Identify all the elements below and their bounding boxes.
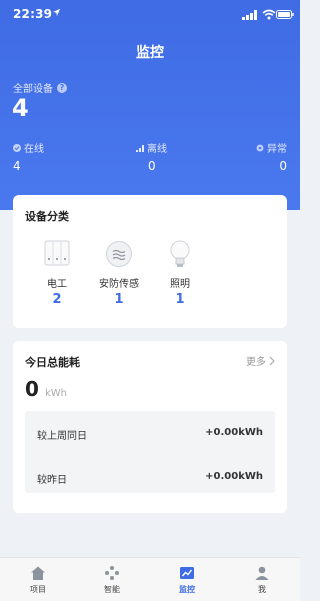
security-sensor-icon — [106, 241, 132, 267]
nav-label: 我 — [258, 585, 266, 594]
nav-label: 项目 — [30, 585, 46, 594]
energy-value: 0 — [25, 377, 39, 401]
stat-online: 在线 4 — [13, 140, 44, 173]
category-electrician[interactable]: 电工 2 — [27, 240, 87, 307]
wifi-icon — [262, 9, 276, 20]
compare-label: 较上周同日 — [37, 431, 87, 442]
energy-compare-panel: 较上周同日 +0.00kWh 较昨日 +0.00kWh — [25, 411, 275, 493]
electrician-switch-icon — [44, 240, 70, 266]
monitor-chart-icon — [180, 567, 194, 579]
location-arrow-icon — [52, 8, 61, 17]
offline-signal-icon — [136, 144, 144, 152]
category-security-count: 1 — [114, 292, 124, 307]
lightbulb-icon — [170, 240, 190, 267]
category-lighting-count: 1 — [175, 292, 185, 307]
compare-value: +0.00kWh — [205, 471, 263, 482]
bottom-nav: 项目 智能 监控 我 — [0, 557, 300, 601]
home-icon — [31, 566, 45, 580]
compare-label: 较昨日 — [37, 475, 67, 486]
nav-label: 智能 — [104, 585, 120, 594]
online-check-icon — [13, 143, 21, 152]
energy-unit: kWh — [45, 388, 68, 399]
stat-online-label: 在线 — [24, 144, 44, 155]
stat-online-value: 4 — [13, 159, 21, 173]
category-electrician-count: 2 — [52, 292, 62, 307]
nav-tab-me[interactable]: 我 — [232, 564, 292, 595]
smart-icon — [105, 566, 119, 580]
category-security-sensor[interactable]: 安防传感 1 — [89, 240, 149, 307]
all-devices-label: 全部设备 ? — [13, 80, 67, 95]
category-lighting[interactable]: 照明 1 — [150, 240, 210, 307]
all-devices-count: 4 — [12, 94, 29, 122]
nav-tab-monitor[interactable]: 监控 — [157, 564, 217, 595]
category-lighting-name: 照明 — [170, 279, 190, 290]
stat-offline: 离线 0 — [136, 140, 167, 173]
page-title: 监控 — [136, 45, 164, 61]
compare-row-last-week: 较上周同日 +0.00kWh — [37, 427, 263, 442]
stat-offline-label: 离线 — [147, 144, 167, 155]
status-time: 22:39 — [13, 7, 53, 21]
battery-icon — [276, 10, 294, 19]
nav-label: 监控 — [179, 585, 195, 594]
compare-row-yesterday: 较昨日 +0.00kWh — [37, 471, 263, 486]
device-category-card: 设备分类 电工 2 安防传感 1 照明 1 — [13, 195, 287, 328]
header-panel: 22:39 监控 全部设备 ? 4 在线 4 离线 0 异常 0 — [0, 0, 300, 210]
stat-abnormal-value: 0 — [279, 159, 287, 173]
chevron-right-icon — [269, 356, 275, 365]
device-category-title: 设备分类 — [25, 210, 69, 223]
cellular-signal-icon — [242, 10, 257, 20]
more-label: 更多 — [246, 357, 266, 368]
nav-tab-projects[interactable]: 项目 — [8, 564, 68, 595]
user-icon — [255, 566, 269, 580]
energy-card: 今日总能耗 更多 0 kWh 较上周同日 +0.00kWh 较昨日 +0.00k… — [13, 341, 287, 513]
status-bar: 22:39 — [0, 0, 300, 30]
category-electrician-name: 电工 — [47, 279, 67, 290]
stat-abnormal: 异常 0 — [256, 140, 287, 173]
category-security-name: 安防传感 — [99, 279, 139, 290]
nav-tab-smart[interactable]: 智能 — [82, 564, 142, 595]
help-icon[interactable]: ? — [57, 82, 67, 93]
stat-abnormal-label: 异常 — [267, 144, 287, 155]
abnormal-gear-icon — [256, 144, 264, 151]
all-devices-text: 全部设备 — [13, 84, 53, 95]
compare-value: +0.00kWh — [205, 427, 263, 438]
more-link[interactable]: 更多 — [246, 353, 275, 368]
energy-title: 今日总能耗 — [25, 356, 80, 369]
stat-offline-value: 0 — [148, 159, 156, 173]
